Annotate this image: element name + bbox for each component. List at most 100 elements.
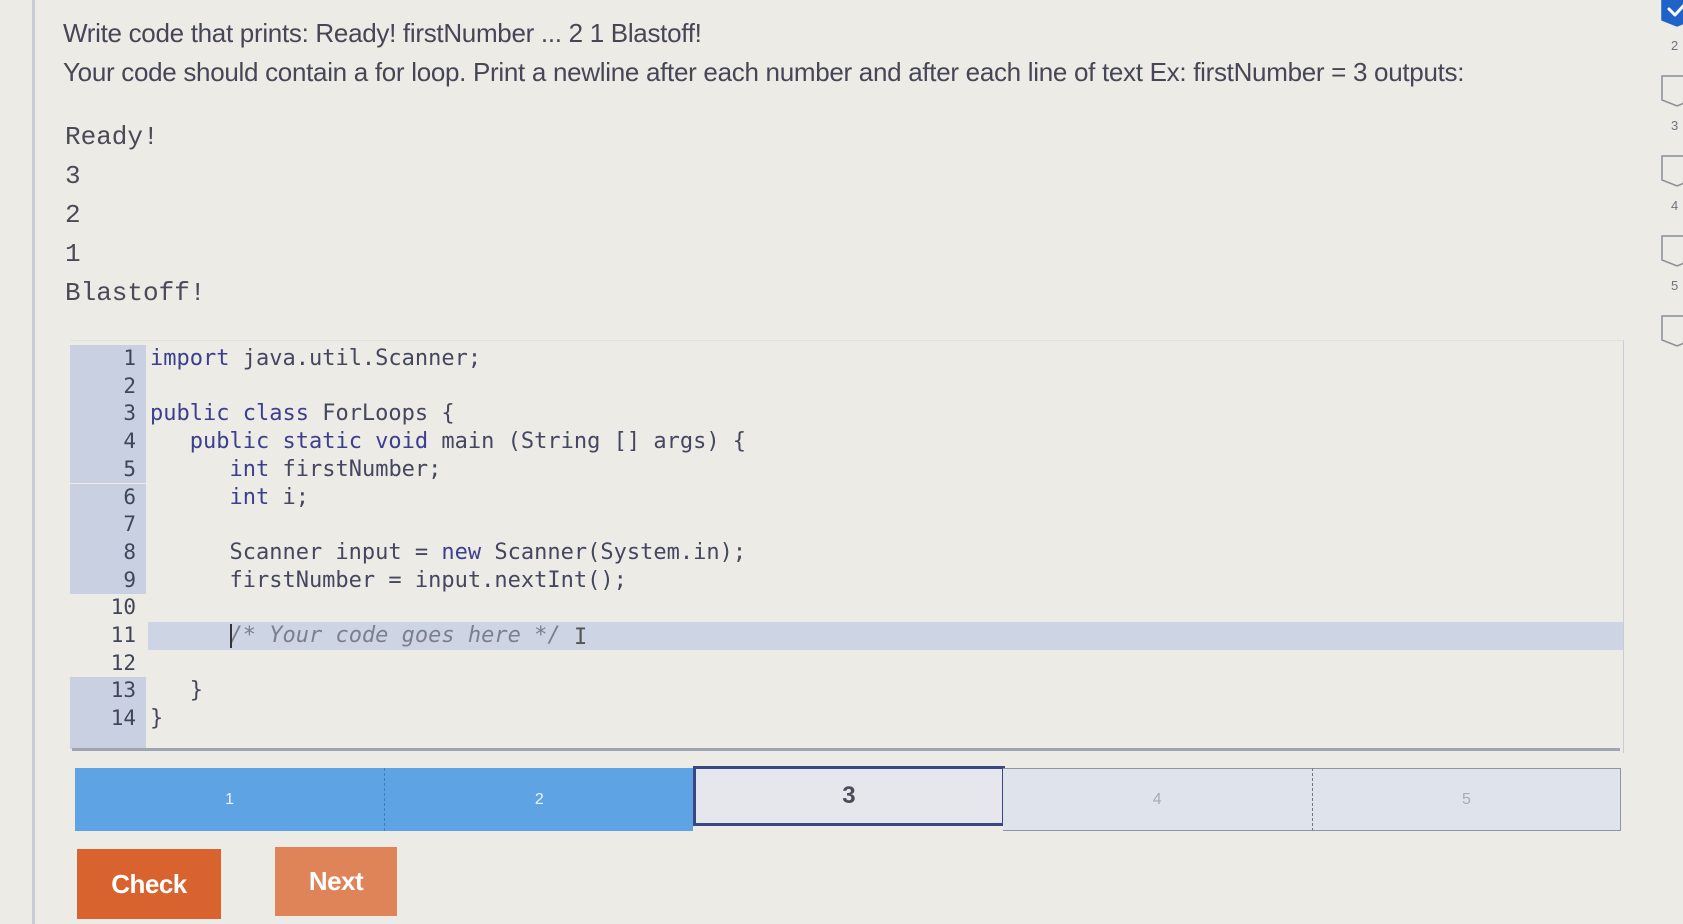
line-gutter: 5 <box>70 455 146 484</box>
sample-output-line: Ready! <box>65 122 159 152</box>
progress-segment-label: 5 <box>1461 790 1471 808</box>
line-gutter: 2 <box>70 372 146 401</box>
line-number: 8 <box>123 539 136 564</box>
empty-badge-icon <box>1660 314 1683 347</box>
line-gutter: 7 <box>70 511 146 539</box>
instructions: Write code that prints: Ready! firstNumb… <box>63 14 1623 92</box>
line-number: 7 <box>123 512 136 537</box>
code-token: ForLoops { <box>308 401 455 427</box>
badge-label: 4 <box>1671 198 1679 213</box>
badge-label: 2 <box>1671 38 1679 53</box>
completed-badge-icon <box>1660 0 1683 27</box>
instructions-line-1: Write code that prints: Ready! firstNumb… <box>63 18 702 48</box>
code-token: Scanner(System.in); <box>481 539 747 565</box>
code-text: } <box>150 677 203 705</box>
panel-left-border <box>32 0 35 924</box>
line-gutter: 1 <box>70 345 146 373</box>
empty-badge-icon <box>1660 234 1683 267</box>
empty-badge-icon <box>1660 74 1683 107</box>
sample-output-line: 1 <box>65 239 81 269</box>
badge-label: 5 <box>1671 278 1679 293</box>
badge-label: 3 <box>1671 118 1679 133</box>
code-token: main (String [] args) { <box>428 429 747 455</box>
line-gutter: 3 <box>70 400 146 429</box>
code-token: firstNumber = input.nextInt(); <box>150 567 627 593</box>
progress-segment-label: 2 <box>534 790 544 808</box>
code-text: } <box>150 705 163 733</box>
code-keyword: int <box>229 484 270 510</box>
check-button[interactable]: Check <box>77 849 221 919</box>
line-number: 13 <box>110 678 136 703</box>
code-text: Scanner input = new Scanner(System.in); <box>150 539 746 567</box>
progress-segment-1[interactable]: 1 <box>75 768 385 831</box>
code-keyword: public static void <box>189 429 429 455</box>
code-token: i; <box>269 484 309 510</box>
code-line: 8 Scanner input = new Scanner(System.in)… <box>70 538 1623 567</box>
side-progress-indicator: 2 3 4 5 <box>1655 0 1683 347</box>
code-token: } <box>150 678 203 704</box>
code-text: import java.util.Scanner; <box>150 345 481 373</box>
code-line: 7 <box>70 511 1623 539</box>
line-number: 10 <box>110 595 136 620</box>
code-line[interactable]: 12 <box>70 650 1623 678</box>
progress-segment-2[interactable]: 2 <box>384 768 694 831</box>
code-line: 6 int i; <box>70 483 1623 512</box>
line-gutter: 10 <box>70 594 146 622</box>
code-token: firstNumber; <box>269 456 442 482</box>
line-gutter: 4 <box>70 428 146 456</box>
code-text: firstNumber = input.nextInt(); <box>150 567 627 595</box>
code-line: 4 public static void main (String [] arg… <box>70 428 1623 456</box>
line-gutter: 6 <box>70 483 146 512</box>
line-number: 1 <box>123 346 136 370</box>
code-text: int firstNumber; <box>150 456 441 484</box>
mouse-ibeam-cursor-icon: I <box>574 625 588 650</box>
instructions-line-2: Your code should contain a for loop. Pri… <box>63 57 1465 87</box>
progress-segment-3[interactable]: 3 <box>693 766 1005 826</box>
line-gutter: 8 <box>70 538 146 567</box>
progress-segment-label: 3 <box>842 782 856 809</box>
line-gutter: 9 <box>70 566 146 595</box>
code-line[interactable]: 11 /* Your code goes here */ I <box>70 622 1623 650</box>
code-text: int i; <box>150 484 309 512</box>
code-line: 9 firstNumber = input.nextInt(); <box>70 566 1623 595</box>
line-gutter: 12 <box>70 650 146 678</box>
progress-segment-4[interactable]: 4 <box>1002 768 1312 831</box>
code-line: 13 } <box>70 677 1623 706</box>
code-line: 1 import java.util.Scanner; <box>70 345 1623 373</box>
code-editor[interactable]: 1 import java.util.Scanner; 2 3 public class… <box>70 340 1624 753</box>
code-line: 14} <box>70 705 1623 733</box>
code-text: public static void main (String [] args)… <box>150 428 746 456</box>
code-comment: /* Your code goes here */ <box>229 623 561 648</box>
line-gutter: 11 <box>70 622 146 650</box>
line-number: 2 <box>123 373 136 398</box>
sample-output-line: 2 <box>65 200 81 230</box>
line-number: 12 <box>110 650 136 675</box>
line-number: 3 <box>123 401 136 426</box>
code-token: java.util.Scanner; <box>229 346 482 371</box>
progress-segment-label: 1 <box>225 790 235 808</box>
line-number: 5 <box>123 456 136 481</box>
sample-output-line: 3 <box>65 161 81 191</box>
level-progress-bar: 1 2 3 4 5 <box>75 766 1621 831</box>
code-line: 5 int firstNumber; <box>70 455 1623 484</box>
code-keyword: new <box>441 539 482 565</box>
editor-bottom-border <box>72 748 1620 751</box>
code-token: Scanner input = <box>150 539 442 565</box>
code-text: public class ForLoops { <box>150 400 455 428</box>
code-line: 2 <box>70 372 1623 401</box>
text-caret <box>229 624 232 648</box>
line-number: 11 <box>110 623 136 647</box>
line-gutter: 13 <box>70 677 146 706</box>
sample-output-line: Blastoff! <box>65 278 206 308</box>
line-number: 9 <box>123 567 136 592</box>
code-text[interactable]: /* Your code goes here */ <box>150 622 561 650</box>
next-button[interactable]: Next <box>275 847 397 916</box>
code-line[interactable]: 10 <box>70 594 1623 622</box>
empty-badge-icon <box>1660 154 1683 187</box>
progress-segment-5[interactable]: 5 <box>1311 768 1621 831</box>
line-number: 4 <box>123 429 136 454</box>
code-keyword: int <box>229 456 270 482</box>
